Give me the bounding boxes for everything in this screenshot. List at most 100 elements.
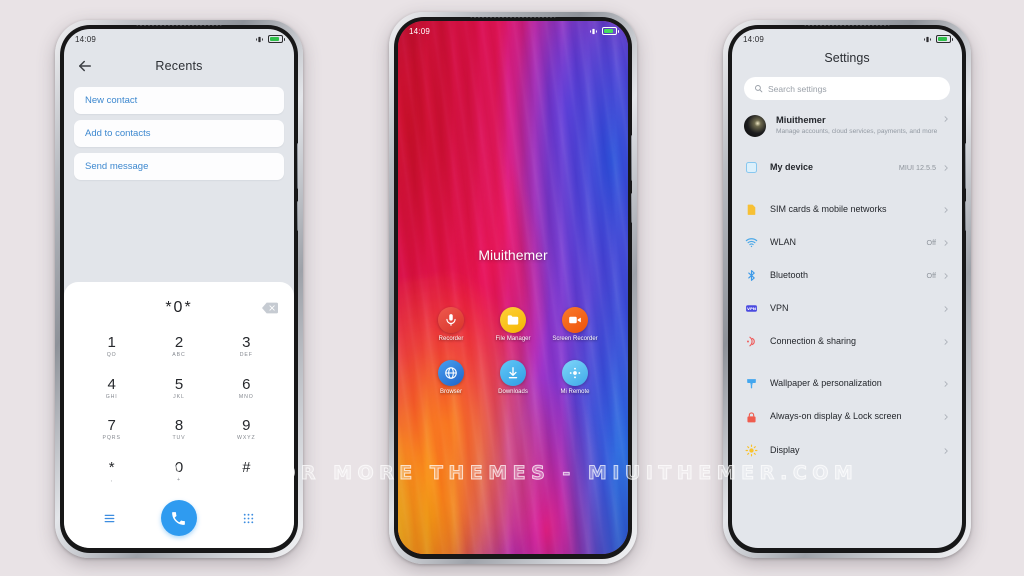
row-icon (744, 235, 759, 250)
key-digit: * (108, 458, 115, 476)
send-message-button[interactable]: Send message (74, 153, 284, 180)
settings-row-wallpaper[interactable]: Wallpaper & personalization (732, 367, 962, 400)
speaker-grille-icon (136, 25, 222, 26)
key-letters: + (177, 476, 181, 483)
app-downloads[interactable]: Downloads (482, 359, 544, 397)
dial-key-4[interactable]: 4 GHI (78, 368, 145, 410)
row-text: My device (770, 162, 899, 173)
row-label: Bluetooth (770, 269, 809, 280)
sim-card-icon (747, 204, 756, 215)
row-label: Miuithemer (776, 115, 826, 125)
new-contact-button[interactable]: New contact (74, 87, 284, 114)
dial-key-8[interactable]: 8 TUV (145, 409, 212, 451)
row-text: Miuithemer Manage accounts, cloud servic… (776, 115, 942, 137)
speaker-grille-icon (470, 17, 556, 18)
key-letters: ABC (172, 352, 186, 359)
dial-key-7[interactable]: 7 PQRS (78, 409, 145, 451)
dial-key-2[interactable]: 2 ABC (145, 326, 212, 368)
backspace-icon[interactable] (262, 302, 278, 314)
lock-icon (747, 411, 756, 422)
avatar (744, 115, 766, 137)
dial-key-1[interactable]: 1 QO (78, 326, 145, 368)
phone-bezel: 14:09 Settings Search settings Miuitheme… (728, 25, 966, 553)
volume-button[interactable] (965, 143, 966, 189)
dial-key-star[interactable]: *, (78, 451, 145, 493)
app-mi-remote[interactable]: Mi Remote (544, 359, 606, 397)
chevron-right-icon (944, 164, 948, 171)
empty-recents-area (64, 180, 294, 282)
vibrate-icon (256, 36, 263, 42)
search-input[interactable]: Search settings (744, 77, 950, 100)
app-recorder[interactable]: Recorder (420, 307, 482, 344)
settings-screen: 14:09 Settings Search settings Miuitheme… (732, 29, 962, 548)
volume-button[interactable] (631, 135, 632, 181)
dial-key-3[interactable]: 3 DEF (213, 326, 280, 368)
key-letters: TUV (172, 435, 186, 442)
key-letters: QO (106, 352, 117, 359)
settings-row-sim-cards[interactable]: SIM cards & mobile networks (732, 193, 962, 226)
power-button[interactable] (631, 193, 632, 223)
settings-row-my-device[interactable]: My device MIUI 12.5.5 (732, 151, 962, 184)
dialed-number-display[interactable]: *0* (64, 290, 294, 326)
row-value: Off (926, 238, 936, 247)
volume-button[interactable] (297, 143, 298, 189)
vibrate-icon (924, 36, 931, 42)
key-digit: 5 (174, 375, 184, 393)
svg-text:VPN: VPN (747, 306, 756, 311)
row-subtitle: Manage accounts, cloud services, payment… (776, 127, 938, 135)
settings-row-always-on-display[interactable]: Always-on display & Lock screen (732, 400, 962, 434)
settings-group-connectivity: SIM cards & mobile networks WLAN Off Blu… (732, 193, 962, 358)
app-icon-bg (562, 307, 588, 333)
vpn-badge-icon: VPN (746, 305, 757, 312)
settings-row-vpn[interactable]: VPN VPN (732, 292, 962, 325)
add-to-contacts-button[interactable]: Add to contacts (74, 120, 284, 147)
menu-lines-icon[interactable] (103, 512, 116, 525)
wallpaper (398, 21, 628, 554)
app-file-manager[interactable]: File Manager (482, 307, 544, 344)
app-screen-recorder[interactable]: Screen Recorder (544, 307, 606, 344)
dialed-number: *0* (165, 299, 193, 316)
settings-row-display[interactable]: Display (732, 434, 962, 467)
app-icon-grid: Recorder File Manager Screen Recorder Br… (398, 307, 628, 396)
key-digit: 9 (242, 417, 251, 435)
app-browser[interactable]: Browser (420, 359, 482, 397)
dial-key-5[interactable]: 5 JKL (145, 368, 212, 410)
settings-row-account[interactable]: Miuithemer Manage accounts, cloud servic… (732, 108, 962, 151)
settings-row-wlan[interactable]: WLAN Off (732, 226, 962, 259)
row-text: Wallpaper & personalization (770, 378, 942, 389)
key-digit: 2 (174, 334, 184, 352)
device-square-icon (746, 162, 757, 173)
wifi-icon (745, 238, 758, 248)
row-label: VPN (770, 302, 789, 313)
settings-group-account: Miuithemer Manage accounts, cloud servic… (732, 108, 962, 184)
power-button[interactable] (965, 201, 966, 231)
battery-icon (936, 35, 953, 43)
key-digit: 0 (174, 458, 184, 476)
dialpad-panel: *0* 1 QO 2 ABC 3 DEF 4 GHI 5 JKL 6 MNO 7 PQR (64, 282, 294, 548)
settings-list: Miuithemer Manage accounts, cloud servic… (732, 108, 962, 548)
row-icon (744, 334, 759, 349)
dial-key-6[interactable]: 6 MNO (213, 368, 280, 410)
dial-key-9[interactable]: 9 WXYZ (213, 409, 280, 451)
row-value: Off (926, 271, 936, 280)
app-label: Mi Remote (560, 388, 590, 395)
dial-key-0[interactable]: 0 + (145, 451, 212, 493)
keypad-grid-icon[interactable] (242, 512, 255, 525)
settings-row-bluetooth[interactable]: Bluetooth Off (732, 259, 962, 292)
key-letters: PQRS (102, 435, 121, 442)
chevron-right-icon (944, 206, 948, 213)
speaker-grille-icon (804, 25, 890, 26)
chevron-right-icon (944, 338, 948, 345)
settings-row-connection-sharing[interactable]: Connection & sharing (732, 325, 962, 358)
row-icon (744, 202, 759, 217)
power-button[interactable] (297, 201, 298, 231)
chevron-right-icon (944, 272, 948, 279)
page-title: Recents (155, 59, 203, 73)
key-letters: WXYZ (237, 435, 256, 442)
dial-key-hash[interactable]: # (213, 451, 280, 493)
row-icon (744, 376, 759, 391)
search-icon (755, 85, 763, 93)
call-button[interactable] (160, 500, 197, 536)
battery-icon (602, 27, 619, 35)
folder-icon (507, 315, 519, 325)
